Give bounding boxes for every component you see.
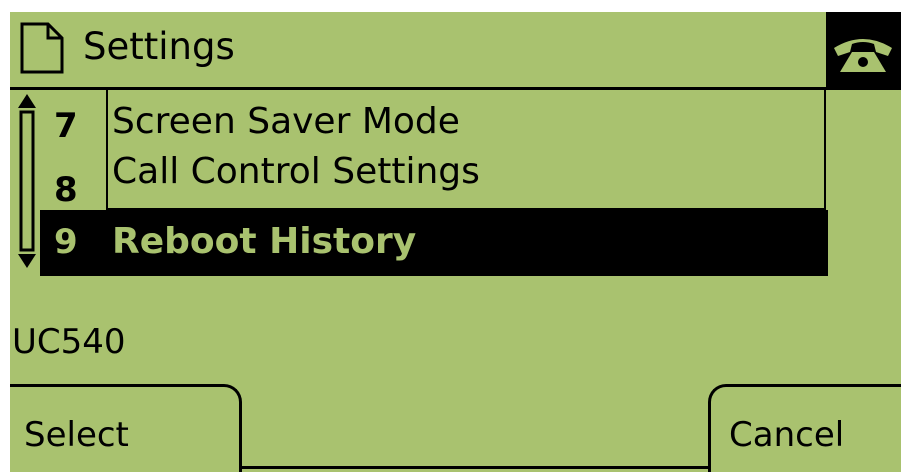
document-icon bbox=[20, 22, 64, 74]
menu-item-number: 9 bbox=[54, 222, 78, 262]
device-model-label: UC540 bbox=[12, 322, 126, 362]
menu-item-label: Call Control Settings bbox=[112, 151, 480, 192]
cancel-softkey[interactable]: Cancel bbox=[708, 384, 901, 472]
page-title: Settings bbox=[83, 25, 235, 68]
line-status-indicator[interactable] bbox=[826, 12, 901, 90]
menu-item-9-selected[interactable]: 9 Reboot History bbox=[40, 210, 828, 276]
menu-item-number: 7 bbox=[54, 106, 78, 146]
select-softkey[interactable]: Select bbox=[10, 384, 242, 472]
select-softkey-label: Select bbox=[24, 415, 129, 455]
scroll-indicator-icon bbox=[18, 94, 36, 268]
menu-item-label: Screen Saver Mode bbox=[112, 101, 460, 142]
menu-item-number: 8 bbox=[54, 170, 78, 210]
menu-item-label: Reboot History bbox=[112, 221, 417, 262]
phone-screen: Settings 7 Screen Saver Mode 8 Call Cont… bbox=[0, 0, 901, 472]
softkey-bar-divider bbox=[242, 466, 708, 469]
lcd-display: Settings 7 Screen Saver Mode 8 Call Cont… bbox=[10, 12, 901, 472]
cancel-softkey-label: Cancel bbox=[729, 415, 845, 455]
phone-handset-icon bbox=[834, 39, 892, 72]
